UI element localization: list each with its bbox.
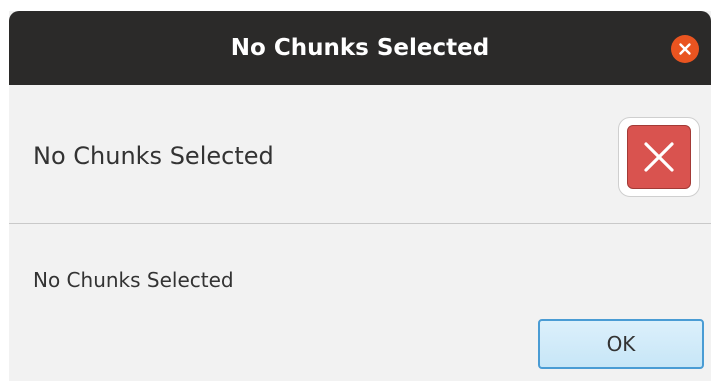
close-icon <box>679 43 691 55</box>
error-icon <box>627 125 691 189</box>
dialog-window: No Chunks Selected No Chunks Selected No… <box>9 11 711 381</box>
header-text: No Chunks Selected <box>33 142 274 170</box>
window-title: No Chunks Selected <box>230 35 490 61</box>
close-button[interactable] <box>671 35 699 63</box>
dialog-header: No Chunks Selected <box>9 85 711 224</box>
content-text: No Chunks Selected <box>33 268 234 292</box>
title-bar[interactable]: No Chunks Selected <box>9 11 711 85</box>
error-icon-frame <box>618 117 700 197</box>
ok-button[interactable]: OK <box>538 319 704 369</box>
